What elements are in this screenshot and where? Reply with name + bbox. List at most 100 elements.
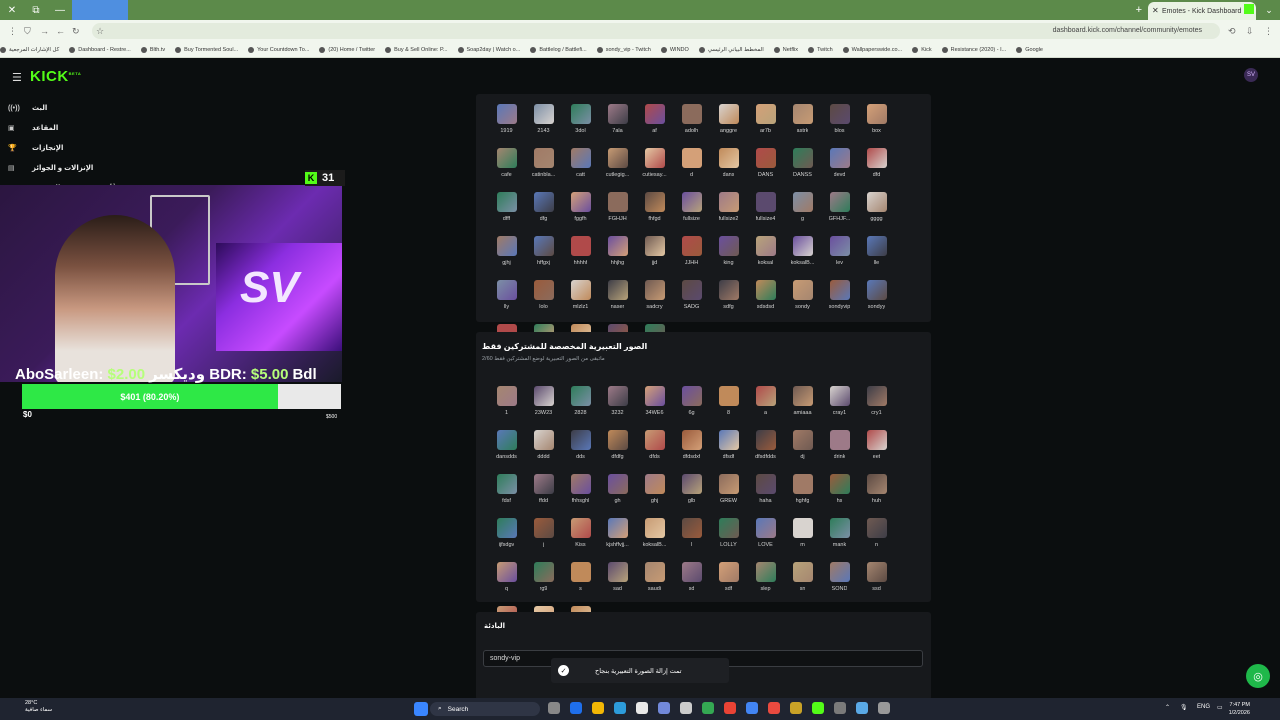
emote-item[interactable]: q [488, 562, 525, 606]
sidebar-item[interactable]: ▣ المقاعد [8, 118, 128, 138]
emote-item[interactable]: hhjhg [599, 236, 636, 280]
emote-item[interactable]: dfsdfdds [747, 430, 784, 474]
emote-item[interactable]: GREW [710, 474, 747, 518]
emote-item[interactable]: 2143 [525, 104, 562, 148]
emote-item[interactable]: astrk [784, 104, 821, 148]
emote-item[interactable]: SOND [821, 562, 858, 606]
emote-item[interactable]: 3dol [562, 104, 599, 148]
emote-item[interactable]: mlzlz1 [562, 280, 599, 324]
taskbar-app-icon[interactable] [636, 702, 648, 714]
emote-item[interactable]: 3232 [599, 386, 636, 430]
emote-item[interactable]: 23W23 [525, 386, 562, 430]
emote-item[interactable]: fhfgd [636, 192, 673, 236]
emote-item[interactable]: sd [673, 562, 710, 606]
start-icon[interactable] [414, 702, 428, 716]
emote-item[interactable]: ijfsdgv [488, 518, 525, 562]
emote-item[interactable]: sondyy [858, 280, 895, 324]
emote-item[interactable]: jjd [636, 236, 673, 280]
emote-item[interactable]: rg9 [525, 562, 562, 606]
extensions-icon[interactable]: ⋮ [8, 26, 17, 37]
new-tab-icon[interactable]: + [1136, 4, 1142, 16]
emote-item[interactable]: dfff [488, 192, 525, 236]
bookmark-item[interactable]: Wallpaperswide.co... [842, 46, 902, 53]
emote-item[interactable]: dddd [525, 430, 562, 474]
emote-item[interactable]: lle [858, 236, 895, 280]
history-icon[interactable]: ⟲ [1228, 26, 1236, 37]
taskbar-app-icon[interactable] [592, 702, 604, 714]
emote-item[interactable]: cutlegig... [599, 148, 636, 192]
emote-item[interactable]: fullsize2 [710, 192, 747, 236]
emote-item[interactable]: cray1 [821, 386, 858, 430]
emote-item[interactable]: catt [562, 148, 599, 192]
emote-item[interactable]: huh [858, 474, 895, 518]
bookmark-item[interactable]: Twitch [808, 46, 833, 53]
emote-item[interactable]: amiaaa [784, 386, 821, 430]
bookmark-item[interactable]: Battlelog / Battlefi... [530, 46, 587, 53]
emote-item[interactable]: g [784, 192, 821, 236]
emote-item[interactable]: ffdd [525, 474, 562, 518]
emote-item[interactable]: fullsize4 [747, 192, 784, 236]
taskbar-app-icon[interactable] [702, 702, 714, 714]
hamburger-menu-icon[interactable]: ☰ [12, 71, 22, 84]
emote-item[interactable]: hhhhf [562, 236, 599, 280]
tab-group-indicator[interactable] [72, 0, 128, 20]
bookmark-item[interactable]: Blth.tv [140, 46, 165, 53]
emote-item[interactable]: ar7b [747, 104, 784, 148]
sidebar-item[interactable]: 🏆 الإنجازات [8, 138, 128, 158]
bookmark-star-icon[interactable]: ☆ [96, 26, 104, 37]
download-icon[interactable]: ⇩ [1246, 26, 1254, 37]
emote-item[interactable]: box [858, 104, 895, 148]
emote-item[interactable]: dfsdf [710, 430, 747, 474]
emote-item[interactable]: sn [784, 562, 821, 606]
emote-item[interactable]: lolo [525, 280, 562, 324]
bookmark-item[interactable]: Your Countdown To... [248, 46, 309, 53]
taskbar-app-icon[interactable] [680, 702, 692, 714]
emote-item[interactable]: catinbla... [525, 148, 562, 192]
close-window-icon[interactable]: ✕ [0, 0, 24, 20]
tab-close-icon[interactable]: ✕ [1152, 6, 1159, 15]
emote-item[interactable]: lly [488, 280, 525, 324]
emote-item[interactable]: fdsf [488, 474, 525, 518]
emote-item[interactable]: DANS [747, 148, 784, 192]
emote-item[interactable]: sdsdsd [747, 280, 784, 324]
emote-item[interactable]: sad [599, 562, 636, 606]
bookmark-item[interactable]: Resistance (2020) - I... [941, 46, 1006, 53]
taskbar-app-icon[interactable] [570, 702, 582, 714]
tray-chevron-icon[interactable]: ⌃ [1165, 704, 1170, 711]
emote-item[interactable]: sadcry [636, 280, 673, 324]
bookmark-item[interactable]: WINDO [660, 46, 689, 53]
bookmark-item[interactable]: Netflix [773, 46, 798, 53]
emote-item[interactable]: slep [747, 562, 784, 606]
bookmark-item[interactable]: Google [1016, 46, 1043, 53]
forward-icon[interactable]: → [40, 26, 49, 36]
emote-item[interactable]: dfdsdxf [673, 430, 710, 474]
weather-widget[interactable]: 28°C سماء صافية [25, 700, 52, 714]
sidebar-item[interactable]: ▤ الإنزالات و الجوائز [8, 158, 128, 178]
emote-item[interactable]: a [747, 386, 784, 430]
taskbar-app-icon[interactable] [856, 702, 868, 714]
emote-item[interactable]: dds [562, 430, 599, 474]
window-controls-icon[interactable]: ⌄ [1258, 0, 1280, 20]
mic-icon[interactable]: 🎙 [1180, 704, 1188, 711]
emote-item[interactable]: mank [821, 518, 858, 562]
minimize-icon[interactable]: — [48, 0, 72, 20]
emote-item[interactable]: sondyvip [821, 280, 858, 324]
taskbar-app-icon[interactable] [724, 702, 736, 714]
emote-item[interactable]: ghj [636, 474, 673, 518]
emote-item[interactable]: adolh [673, 104, 710, 148]
back-icon[interactable]: ← [56, 26, 65, 36]
emote-item[interactable]: SADG [673, 280, 710, 324]
emote-item[interactable]: drink [821, 430, 858, 474]
bookmark-item[interactable]: sondy_vip - Twitch [596, 46, 651, 53]
emote-item[interactable]: anggre [710, 104, 747, 148]
emote-item[interactable]: Kiss [562, 518, 599, 562]
taskbar-app-icon[interactable] [658, 702, 670, 714]
emote-item[interactable]: dj [784, 430, 821, 474]
emote-item[interactable]: cutiesay... [636, 148, 673, 192]
emote-item[interactable]: j [525, 518, 562, 562]
network-icon[interactable]: ▭ [1217, 704, 1223, 711]
language-indicator[interactable]: ENG [1197, 704, 1210, 710]
bookmark-item[interactable]: (20) Home / Twitter [319, 46, 375, 53]
emote-item[interactable]: af [636, 104, 673, 148]
emote-item[interactable]: dfdfg [599, 430, 636, 474]
